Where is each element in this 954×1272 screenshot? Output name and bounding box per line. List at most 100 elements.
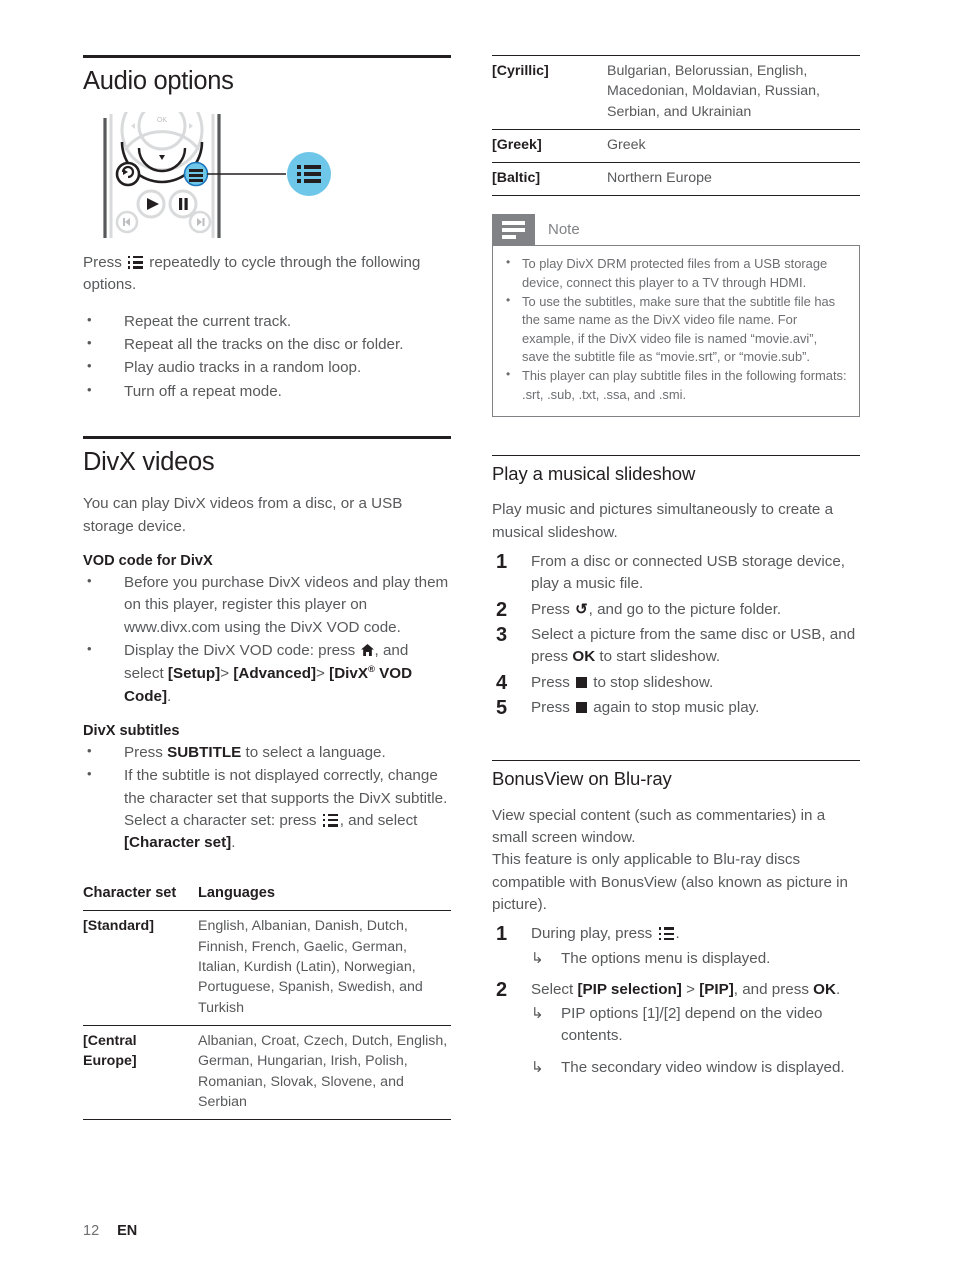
divx-videos-heading: DivX videos [83,448,215,477]
step-result: ↳ PIP options [1]/[2] depend on the vide… [531,1003,860,1047]
audio-options-rule [83,55,451,58]
step-text-b: to start slideshow. [599,648,721,666]
charset-languages: Bulgarian, Belorussian, English, Macedon… [607,63,820,120]
charset-bullet-b: , and select [339,811,418,829]
page-footer: 12 EN [83,1223,137,1239]
period: . [167,687,172,705]
gt-2: > [316,665,325,683]
charset-languages: Northern Europe [607,170,712,187]
step-item: 4 Press to stop slideshow. [492,672,860,694]
subtitle-key-label: SUBTITLE [167,743,242,761]
table-header-languages: Languages [198,884,276,901]
table-row: [Greek] Greek [492,129,860,162]
gt-1: > [220,665,230,683]
vod-code-heading: VOD code for DivX [83,552,213,569]
bonusview-intro-1: View special content (such as commentari… [492,806,826,846]
charset-languages: Greek [607,136,646,153]
step-item: 2 Select [PIP selection] > [PIP], and pr… [492,979,860,1079]
setup-menu-label: [Setup] [167,665,221,683]
list-item: Before you purchase DivX videos and play… [83,571,451,639]
list-item: Repeat the current track. [83,310,451,333]
list-item: To use the subtitles, make sure that the… [503,292,847,366]
svg-text:OK: OK [157,117,167,124]
charset-languages: English, Albanian, Danish, Dutch, Finnis… [198,918,423,1016]
step-result-text: PIP options [1]/[2] depend on the video … [561,1005,823,1045]
step-text-b: again to stop music play. [593,699,760,716]
ok-key-label: OK [572,648,596,666]
character-set-table: Character set Languages [Standard] Engli… [83,878,451,1121]
list-item: Repeat all the tracks on the disc or fol… [83,333,451,356]
bonusview-heading: BonusView on Blu-ray [492,768,672,790]
list-item: Display the DivX VOD code: press , and s… [83,639,451,708]
stop-icon [576,702,588,713]
result-arrow-icon: ↳ [531,1005,544,1023]
options-icon [658,927,674,941]
charset-key: [Central Europe] [83,1032,137,1070]
two-column-layout: Audio options OK Press repeatedly to cyc… [83,55,879,1121]
table-row: [Central Europe] Albanian, Croat, Czech,… [83,1025,451,1119]
step-text-a: Press [531,673,570,691]
divx-subtitles-bullet-list: Press SUBTITLE to select a language. If … [83,741,451,855]
step-result: ↳ The options menu is displayed. [531,948,860,970]
table-row: [Standard] English, Albanian, Danish, Du… [83,910,451,1025]
step-text: From a disc or connected USB storage dev… [531,552,846,593]
charset-key: [Standard] [83,918,154,935]
period: . [835,980,841,998]
step-number: 1 [496,923,508,946]
audio-options-bullet-list: Repeat the current track. Repeat all the… [83,310,451,403]
table-header-character-set: Character set [83,884,177,901]
audio-options-intro: Press repeatedly to cycle through the fo… [83,252,451,297]
divx-subtitles-heading: DivX subtitles [83,722,180,739]
subtitle-bullet-a: Press [124,743,163,761]
press-label: Press [83,254,122,272]
step-text-a: Press [531,699,570,716]
charset-key: [Baltic] [492,170,541,187]
registered-mark: ® [367,663,375,675]
note-lines-icon [492,214,535,246]
step-item: 1 During play, press . ↳ The options men… [492,923,860,969]
step-text-a: Press [531,600,570,618]
table-row: [Baltic] Northern Europe [492,162,860,196]
step-number: 1 [496,550,508,573]
note-box: Note To play DivX DRM protected files fr… [492,214,860,417]
step-item: 1 From a disc or connected USB storage d… [492,551,860,596]
divx-intro: You can play DivX videos from a disc, or… [83,495,403,535]
remote-control-figure: OK [83,88,451,242]
list-item: Play audio tracks in a random loop. [83,356,451,379]
table-header-row: Character set Languages [83,878,451,911]
result-arrow-icon: ↳ [531,1059,544,1077]
step-number: 5 [496,697,508,719]
step-text-b: . [675,925,680,943]
step-text-a: During play, press [531,925,653,943]
list-item: Turn off a repeat mode. [83,380,451,403]
note-header: Note [492,214,860,246]
slideshow-steps: 1 From a disc or connected USB storage d… [492,551,860,719]
charset-languages: Albanian, Croat, Czech, Dutch, English, … [198,1032,448,1110]
step-result: ↳ The secondary video window is displaye… [531,1057,860,1079]
pip-menu-label: [PIP] [699,980,734,998]
ok-key-label: OK [813,980,836,998]
divx-menu-label: [DivX [329,665,368,683]
list-item: To play DivX DRM protected files from a … [503,254,847,292]
remote-control-illustration: OK [103,88,331,239]
note-body: To play DivX DRM protected files from a … [492,245,860,417]
bonusview-steps: 1 During play, press . ↳ The options men… [492,923,860,1079]
list-item: This player can play subtitle files in t… [503,366,847,404]
stop-icon [576,676,588,688]
audio-options-intro-line1: repeatedly to cycle through the [149,254,357,272]
step-text-b: , and press [733,980,809,998]
bonusview-rule [492,760,860,762]
step-item: 5 Press again to stop music play. [492,697,860,719]
slideshow-intro: Play music and pictures simultaneously t… [492,501,834,541]
language-code: EN [117,1223,138,1239]
divx-videos-rule [83,436,451,440]
step-text-b: to stop slideshow. [593,673,714,691]
pip-selection-menu-label: [PIP selection] [577,980,682,998]
table-row: [Cyrillic] Bulgarian, Belorussian, Engli… [492,55,860,130]
step-item: 3 Select a picture from the same disc or… [492,624,860,669]
subtitle-bullet-b: to select a language. [245,743,386,761]
slideshow-heading: Play a musical slideshow [492,462,696,484]
bonusview-intro-2: This feature is only applicable to Blu-r… [492,851,848,913]
back-icon: ↺ [575,600,588,618]
step-text-a: Select [531,980,574,998]
